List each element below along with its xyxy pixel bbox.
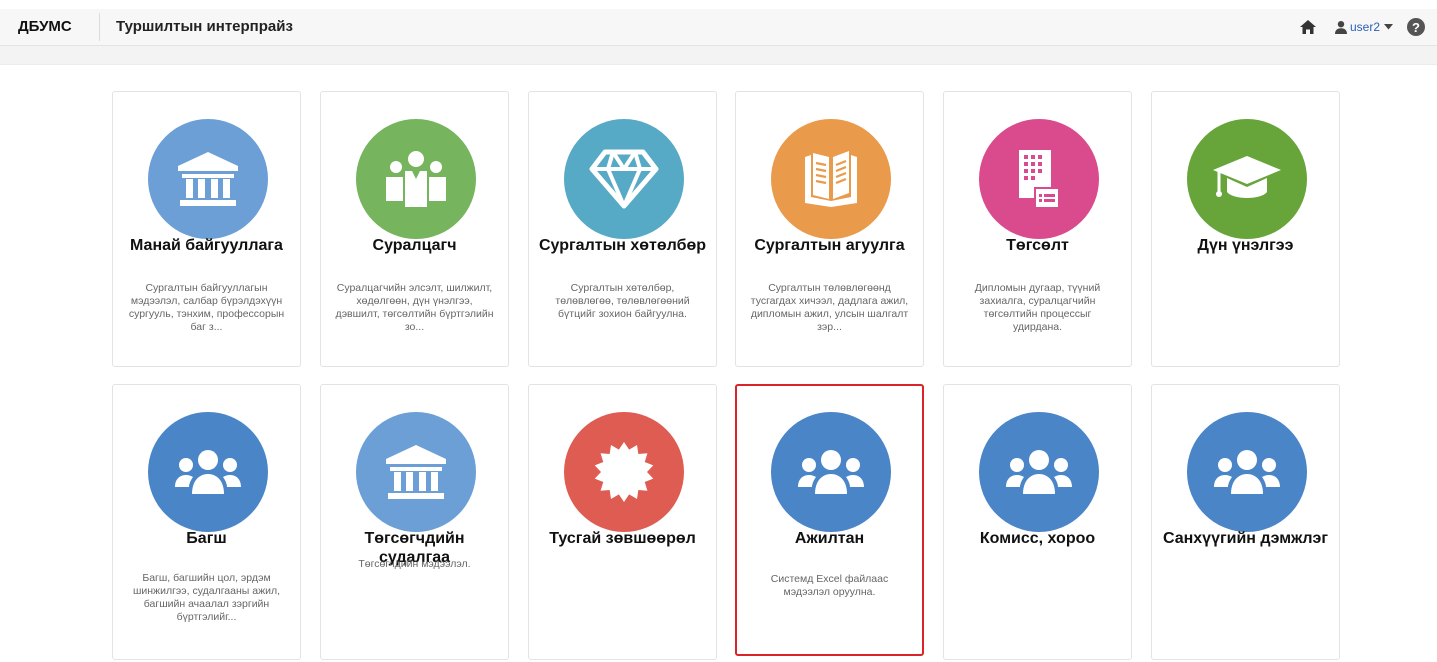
module-description: Сургалтын хөтөлбөр, төлөвлөгөө, төлөвлөг… <box>555 282 690 320</box>
user-name: user2 <box>1349 20 1380 34</box>
module-description: Сургалтын байгууллагын мэдээлэл, салбар … <box>128 282 285 333</box>
navbar-divider <box>99 13 100 41</box>
diamond-icon <box>564 119 684 239</box>
home-icon[interactable] <box>1298 17 1318 37</box>
users-icon <box>771 412 891 532</box>
module-description: Системд Excel файлаас мэдээлэл оруулна. <box>770 573 889 598</box>
users-icon <box>1187 412 1307 532</box>
module-title: Суралцагч <box>372 237 457 254</box>
module-title: Дүн үнэлгээ <box>1197 237 1294 254</box>
module-card[interactable]: Ажилтан Системд Excel файлаас мэдээлэл ор… <box>735 384 924 656</box>
module-description: Багш, багшийн цол, эрдэм шинжилгээ, суда… <box>132 572 281 623</box>
chevron-down-icon <box>1384 24 1393 30</box>
module-title: Комисс, хороо <box>979 530 1096 547</box>
organization-name: Туршилтын интерпрайз <box>116 18 293 35</box>
graduation-cap-icon <box>1187 119 1307 239</box>
diploma-icon <box>979 119 1099 239</box>
navbar-tools: user2 ? <box>1298 15 1425 39</box>
module-card[interactable]: Санхүүгийн дэмжлэг <box>1151 384 1340 660</box>
module-title: Сургалтын агуулга <box>754 237 905 254</box>
book-icon <box>771 119 891 239</box>
module-title: Сургалтын хөтөлбөр <box>538 237 706 254</box>
module-card[interactable]: Тусгай зөвшөөрөл <box>528 384 717 660</box>
users-icon <box>148 412 268 532</box>
module-title: Багш <box>186 530 227 547</box>
module-description: Дипломын дугаар, түүний захиалга, суралц… <box>974 282 1101 333</box>
subheader-band <box>0 46 1437 65</box>
module-card[interactable]: Төгсөлт Дипломын дугаар, түүний захиалга,… <box>943 91 1132 367</box>
module-title: Манай байгууллага <box>130 237 283 254</box>
module-card[interactable]: Комисс, хороо <box>943 384 1132 660</box>
module-title: Ажилтан <box>794 530 865 547</box>
institution-icon <box>356 412 476 532</box>
top-navbar: ДБУМС Туршилтын интерпрайз user2 ? <box>0 9 1437 46</box>
user-menu[interactable]: user2 <box>1334 20 1393 34</box>
module-title: Санхүүгийн дэмжлэг <box>1162 530 1329 547</box>
module-card[interactable]: Сургалтын хөтөлбөр Сургалтын хөтөлбөр, тө… <box>528 91 717 367</box>
user-icon <box>1334 21 1347 34</box>
module-card[interactable]: Төгсөгчдийн судалгаа Төгсөгчдийн мэдээлэл… <box>320 384 509 660</box>
module-description: Сургалтын төлөвлөгөөнд тусгагдах хичээл,… <box>750 282 909 333</box>
students-icon <box>356 119 476 239</box>
module-card[interactable]: Сургалтын агуулга Сургалтын төлөвлөгөөнд … <box>735 91 924 367</box>
module-card[interactable]: Дүн үнэлгээ <box>1151 91 1340 367</box>
module-title: Төгсөлт <box>1006 237 1069 254</box>
app-brand[interactable]: ДБУМС <box>18 18 72 35</box>
institution-icon <box>148 119 268 239</box>
users-icon <box>979 412 1099 532</box>
module-card[interactable]: Суралцагч Суралцагчийн элсэлт, шилжилт, х… <box>320 91 509 367</box>
module-title: Тусгай зөвшөөрөл <box>549 530 696 547</box>
module-card[interactable]: Багш Багш, багшийн цол, эрдэм шинжилгээ, … <box>112 384 301 660</box>
module-description: Төгсөгчдийн мэдээлэл. <box>358 558 471 570</box>
module-card[interactable]: Манай байгууллага Сургалтын байгууллагын … <box>112 91 301 367</box>
certificate-icon <box>564 412 684 532</box>
help-icon[interactable]: ? <box>1407 18 1425 36</box>
module-description: Суралцагчийн элсэлт, шилжилт, хөдөлгөөн,… <box>335 282 494 333</box>
